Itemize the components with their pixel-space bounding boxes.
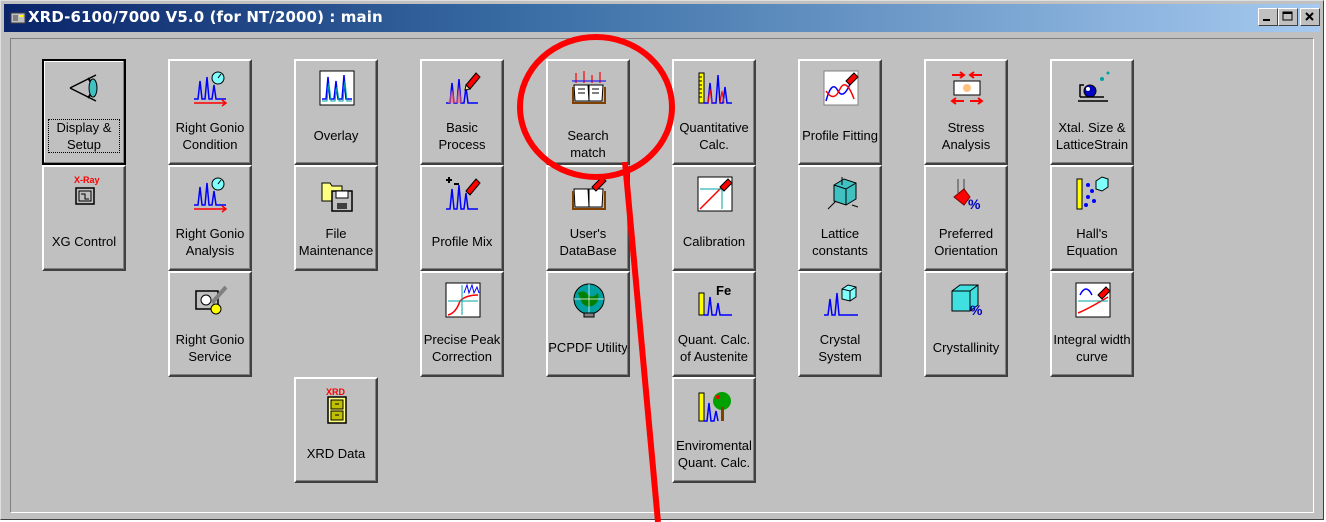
- environmental-quant-calc-label: Enviromental Quant. Calc.: [676, 438, 752, 470]
- right-gonio-analysis-label: Right Gonio Analysis: [175, 226, 245, 258]
- profile-mix-button[interactable]: Profile Mix: [420, 165, 504, 271]
- svg-text:%: %: [968, 196, 981, 212]
- xrd-cabinet-icon: XRD: [326, 387, 347, 424]
- svg-text:Fe: Fe: [716, 283, 731, 298]
- integral-width-curve-button[interactable]: Integral width curve: [1050, 271, 1134, 377]
- halls-equation-button[interactable]: Hall's Equation: [1050, 165, 1134, 271]
- fitting-curve-icon: [823, 70, 859, 106]
- maximize-icon: [1282, 11, 1293, 21]
- preferred-orientation-label: Preferred Orientation: [934, 226, 998, 258]
- display-setup-button[interactable]: Display & Setup: [42, 59, 126, 165]
- xrd-data-button[interactable]: XRD XRD Data: [294, 377, 378, 483]
- right-gonio-service-label: Right Gonio Service: [175, 332, 245, 364]
- xrd-data-label: XRD Data: [306, 446, 366, 461]
- maximize-button[interactable]: [1278, 8, 1298, 26]
- close-button[interactable]: [1300, 8, 1320, 26]
- close-icon: [1305, 12, 1314, 21]
- xtal-size-lattice-strain-label: Xtal. Size & LatticeStrain: [1055, 120, 1129, 152]
- crystallinity-button[interactable]: % Crystallinity: [924, 271, 1008, 377]
- display-setup-label: Display & Setup: [48, 119, 120, 153]
- main-window: XRD-6100/7000 V5.0 (for NT/2000) : main …: [0, 0, 1324, 520]
- svg-text:XRD: XRD: [326, 387, 346, 397]
- tree-peaks-icon: [698, 392, 731, 422]
- profile-mix-label: Profile Mix: [431, 234, 493, 249]
- calibration-curve-icon: [697, 176, 733, 212]
- orientation-percent-icon: %: [953, 179, 981, 212]
- xg-control-button[interactable]: X-Ray XG Control: [42, 165, 126, 271]
- tile-panel: Display & Setup X-Ray XG Control Right G…: [10, 38, 1314, 513]
- search-match-label: Search match: [567, 128, 609, 160]
- search-match-button[interactable]: Search match: [546, 59, 630, 165]
- dots-cube-icon: [1076, 176, 1109, 210]
- file-maintenance-button[interactable]: File Maintenance: [294, 165, 378, 271]
- gonio-peaks-icon: [194, 177, 228, 213]
- profile-fitting-label: Profile Fitting: [802, 128, 878, 143]
- integral-width-curve-label: Integral width curve: [1053, 332, 1131, 364]
- plus-minus-peaks-icon: [446, 177, 481, 210]
- precise-peak-correction-button[interactable]: Precise Peak Correction: [420, 271, 504, 377]
- calibration-label: Calibration: [682, 234, 746, 249]
- right-gonio-condition-button[interactable]: Right Gonio Condition: [168, 59, 252, 165]
- fe-peaks-icon: Fe: [698, 283, 732, 316]
- halls-equation-label: Hall's Equation: [1066, 226, 1118, 258]
- xg-control-label: XG Control: [51, 234, 117, 249]
- file-maintenance-label: File Maintenance: [298, 226, 374, 258]
- pcpdf-utility-button[interactable]: PCPDF Utility: [546, 271, 630, 377]
- lattice-constants-button[interactable]: Lattice constants: [798, 165, 882, 271]
- xrd-app-icon: [10, 12, 26, 24]
- width-curve-icon: [1075, 282, 1111, 318]
- basic-process-button[interactable]: Basic Process: [420, 59, 504, 165]
- precise-peak-correction-label: Precise Peak Correction: [423, 332, 501, 364]
- overlay-label: Overlay: [313, 128, 359, 143]
- book-pen-icon: [572, 176, 607, 210]
- folder-disk-icon: [321, 182, 353, 212]
- right-gonio-analysis-button[interactable]: Right Gonio Analysis: [168, 165, 252, 271]
- book-search-icon: [572, 71, 606, 104]
- lattice-constants-label: Lattice constants: [812, 226, 868, 258]
- globe-icon: [573, 283, 605, 318]
- minimize-button[interactable]: [1258, 8, 1278, 26]
- quantitative-calc-button[interactable]: Quantitative Calc.: [672, 59, 756, 165]
- cube-percent-icon: %: [951, 284, 983, 318]
- overlay-button[interactable]: Overlay: [294, 59, 378, 165]
- calibration-button[interactable]: Calibration: [672, 165, 756, 271]
- gonio-peaks-icon: [194, 71, 228, 107]
- svg-text:X-Ray: X-Ray: [74, 175, 100, 185]
- quantitative-calc-label: Quantitative Calc.: [679, 120, 749, 152]
- right-gonio-service-button[interactable]: Right Gonio Service: [168, 271, 252, 377]
- profile-fitting-button[interactable]: Profile Fitting: [798, 59, 882, 165]
- stress-arrows-icon: [950, 71, 984, 105]
- eye-icon: [69, 74, 98, 102]
- crystal-system-button[interactable]: Crystal System: [798, 271, 882, 377]
- pcpdf-utility-label: PCPDF Utility: [548, 340, 628, 355]
- service-tool-icon: [195, 285, 228, 315]
- environmental-quant-calc-button[interactable]: Enviromental Quant. Calc.: [672, 377, 756, 483]
- window-title: XRD-6100/7000 V5.0 (for NT/2000) : main: [28, 8, 383, 26]
- peaks-pen-icon: [446, 72, 481, 104]
- cube-axes-icon: [827, 177, 859, 210]
- svg-text:%: %: [970, 302, 983, 318]
- ruler-peaks-icon: [698, 72, 732, 104]
- right-gonio-condition-label: Right Gonio Condition: [175, 120, 245, 152]
- users-database-button[interactable]: User's DataBase: [546, 165, 630, 271]
- xtal-size-lattice-strain-button[interactable]: Xtal. Size & LatticeStrain: [1050, 59, 1134, 165]
- quant-calc-austenite-button[interactable]: Fe Quant. Calc. of Austenite: [672, 271, 756, 377]
- minimize-icon: [1263, 19, 1270, 21]
- xray-generator-icon: X-Ray: [74, 175, 100, 205]
- stress-analysis-label: Stress Analysis: [941, 120, 991, 152]
- peak-correction-icon: [445, 282, 481, 318]
- title-bar[interactable]: XRD-6100/7000 V5.0 (for NT/2000) : main: [4, 4, 1320, 32]
- cube-peaks-icon: [824, 284, 858, 316]
- users-database-label: User's DataBase: [559, 226, 617, 258]
- quant-calc-austenite-label: Quant. Calc. of Austenite: [677, 332, 751, 364]
- overlay-peaks-icon: [319, 70, 355, 106]
- crystal-system-label: Crystal System: [818, 332, 862, 364]
- basic-process-label: Basic Process: [438, 120, 486, 152]
- microscope-icon: [1078, 71, 1110, 102]
- crystallinity-label: Crystallinity: [932, 340, 1000, 355]
- preferred-orientation-button[interactable]: % Preferred Orientation: [924, 165, 1008, 271]
- stress-analysis-button[interactable]: Stress Analysis: [924, 59, 1008, 165]
